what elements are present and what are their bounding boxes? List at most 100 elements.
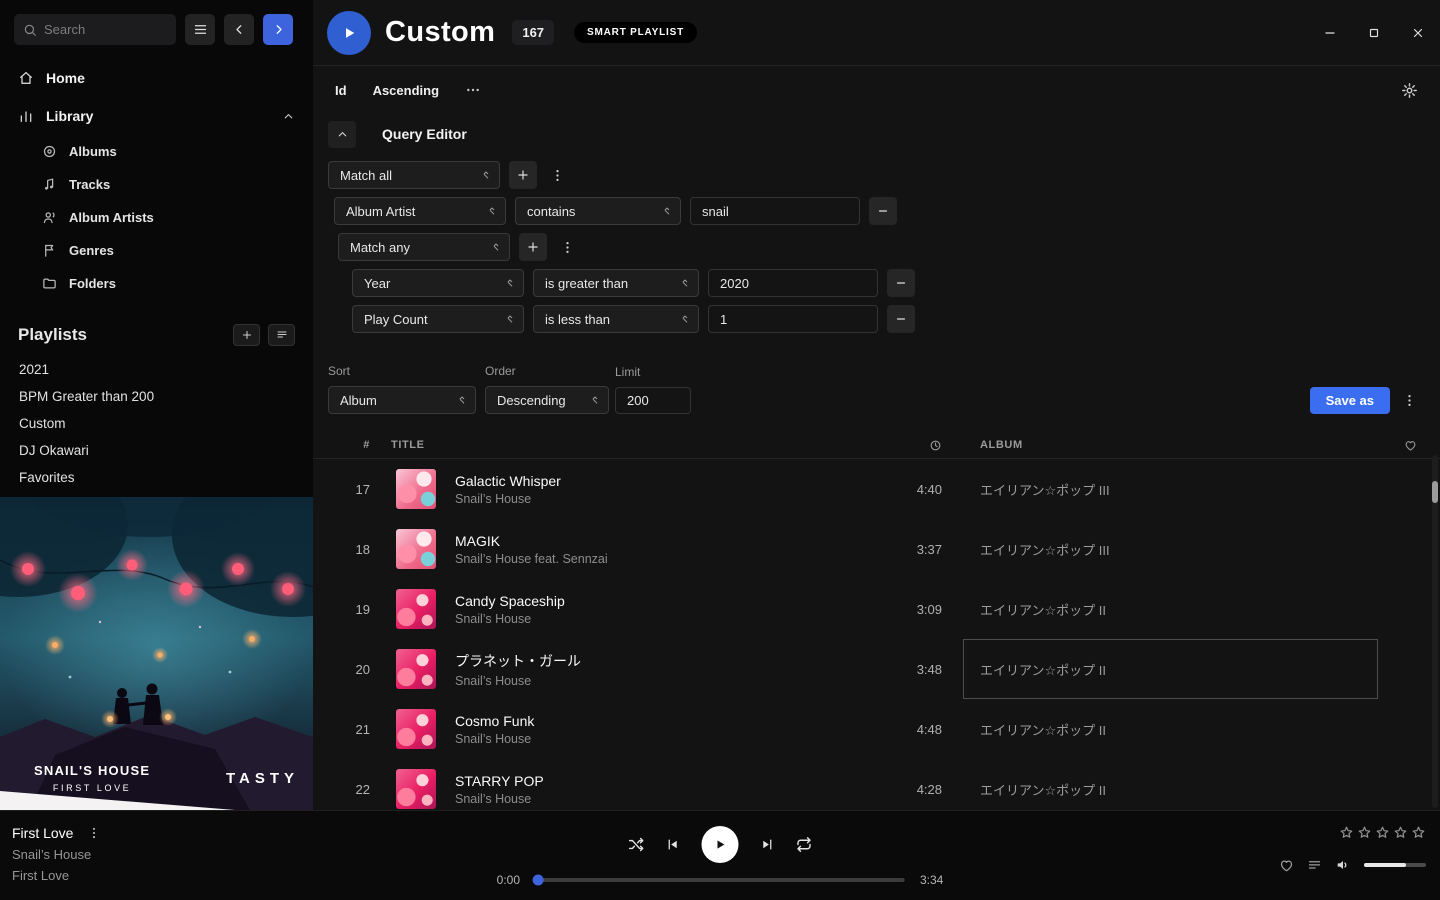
playlist-item[interactable]: DJ Okawari [0, 437, 313, 464]
star-icon[interactable] [1393, 825, 1408, 840]
limit-label: Limit [615, 365, 691, 379]
now-playing-artwork[interactable]: SNAIL'S HOUSE FIRST LOVE TASTY [0, 497, 313, 810]
previous-icon [666, 837, 681, 852]
rule-field-select[interactable]: Year [352, 269, 524, 297]
favorite-button[interactable] [1279, 858, 1294, 873]
shuffle-icon [628, 836, 645, 853]
rule-operator-select[interactable]: is less than [533, 305, 699, 333]
repeat-button[interactable] [796, 836, 813, 853]
volume-slider[interactable] [1364, 863, 1426, 867]
sort-field-button[interactable]: Id [335, 83, 347, 98]
track-row[interactable]: 18 MAGIK Snail’s House feat. Sennzai 3:3… [313, 519, 1440, 579]
plus-icon [516, 168, 530, 182]
sidebar-item-genres[interactable]: Genres [0, 234, 313, 267]
play-pause-button[interactable] [702, 826, 739, 863]
collapse-chevron-icon[interactable] [282, 110, 295, 123]
tracklist-scrollbar-thumb[interactable] [1432, 481, 1438, 503]
now-playing-menu-button[interactable] [87, 826, 101, 840]
rule-operator-select[interactable]: is greater than [533, 269, 699, 297]
sort-direction-button[interactable]: Ascending [373, 83, 439, 98]
track-artist: Snail’s House [455, 674, 866, 688]
star-icon[interactable] [1339, 825, 1354, 840]
rule-field-select[interactable]: Album Artist [334, 197, 506, 225]
remove-rule-button[interactable] [869, 197, 897, 225]
remove-rule-button[interactable] [887, 305, 915, 333]
sidebar-item-folders[interactable]: Folders [0, 267, 313, 300]
star-icon[interactable] [1411, 825, 1426, 840]
rule-field-select[interactable]: Play Count [352, 305, 524, 333]
window-close-button[interactable] [1396, 11, 1440, 55]
sidebar-item-albums[interactable]: Albums [0, 135, 313, 168]
search-input[interactable] [44, 22, 167, 37]
nav-back-button[interactable] [224, 14, 254, 45]
rule-value-input[interactable] [690, 197, 860, 225]
save-as-button[interactable]: Save as [1310, 387, 1390, 414]
menu-button[interactable] [185, 14, 215, 45]
elapsed-time: 0:00 [497, 873, 520, 887]
nav-forward-button[interactable] [263, 14, 293, 45]
shuffle-button[interactable] [628, 836, 645, 853]
playlist-list-button[interactable] [268, 324, 295, 346]
add-playlist-button[interactable] [233, 324, 260, 346]
sidebar-item-tracks[interactable]: Tracks [0, 168, 313, 201]
playlist-item[interactable]: Favorites [0, 464, 313, 491]
seek-slider[interactable] [535, 878, 905, 882]
star-icon[interactable] [1357, 825, 1372, 840]
column-album[interactable]: ALBUM [980, 439, 1380, 451]
track-duration: 3:09 [866, 602, 946, 617]
playlist-item[interactable]: 2021 [0, 356, 313, 383]
settings-button[interactable] [1401, 82, 1418, 99]
sidebar-item-album-artists[interactable]: Album Artists [0, 201, 313, 234]
star-icon[interactable] [1375, 825, 1390, 840]
rule-field-value: Play Count [364, 312, 428, 327]
group-menu-button[interactable] [556, 233, 578, 261]
more-options-button[interactable] [465, 82, 481, 98]
query-editor-collapse-button[interactable] [328, 121, 356, 148]
track-art-cell [377, 469, 441, 509]
column-favorite[interactable] [1380, 439, 1440, 452]
now-playing-title: First Love [12, 825, 73, 841]
previous-track-button[interactable] [666, 837, 681, 852]
window-minimize-button[interactable] [1308, 11, 1352, 55]
sidebar-item-library[interactable]: Library [0, 97, 313, 135]
limit-input[interactable] [615, 387, 691, 414]
search-box[interactable] [14, 14, 176, 45]
remove-rule-button[interactable] [887, 269, 915, 297]
play-playlist-button[interactable] [327, 11, 371, 55]
window-controls [1308, 11, 1440, 55]
add-rule-button[interactable] [509, 161, 537, 189]
column-index[interactable]: # [313, 439, 377, 451]
seek-knob[interactable] [533, 875, 544, 886]
rule-value-input[interactable] [708, 305, 878, 333]
track-row[interactable]: 22 STARRY POP Snail’s House 4:28 エイリアン☆ポ… [313, 759, 1440, 810]
track-row[interactable]: 17 Galactic Whisper Snail’s House 4:40 エ… [313, 459, 1440, 519]
column-title[interactable]: TITLE [377, 439, 866, 451]
home-icon [18, 70, 34, 86]
add-group-rule-button[interactable] [519, 233, 547, 261]
album-art-label: TASTY [226, 770, 299, 787]
rule-value-input[interactable] [708, 269, 878, 297]
rule-operator-select[interactable]: contains [515, 197, 681, 225]
rule-menu-button[interactable] [546, 161, 568, 189]
playlist-item[interactable]: Custom [0, 410, 313, 437]
chevron-left-icon [232, 22, 247, 37]
queue-button[interactable] [1307, 858, 1322, 873]
order-select[interactable]: Descending [485, 386, 609, 414]
volume-button[interactable] [1335, 857, 1351, 873]
clock-icon [929, 439, 942, 452]
sort-select[interactable]: Album [328, 386, 476, 414]
match-any-select[interactable]: Match any [338, 233, 510, 261]
next-track-button[interactable] [760, 837, 775, 852]
track-album-focused[interactable]: エイリアン☆ポップ II [963, 639, 1378, 699]
save-menu-button[interactable] [1398, 386, 1420, 414]
column-duration[interactable] [866, 439, 946, 452]
sidebar-item-home[interactable]: Home [0, 59, 313, 97]
match-all-select[interactable]: Match all [328, 161, 500, 189]
track-row[interactable]: 20 プラネット・ガール Snail’s House 3:48 エイリアン☆ポッ… [313, 639, 1440, 699]
playlist-item[interactable]: BPM Greater than 200 [0, 383, 313, 410]
playlists-section: Playlists 2021 BPM Greater than 200 Cust… [0, 324, 313, 491]
track-row[interactable]: 19 Candy Spaceship Snail’s House 3:09 エイ… [313, 579, 1440, 639]
tracklist-scrollbar-track[interactable] [1432, 455, 1438, 808]
track-row[interactable]: 21 Cosmo Funk Snail’s House 4:48 エイリアン☆ポ… [313, 699, 1440, 759]
window-maximize-button[interactable] [1352, 11, 1396, 55]
